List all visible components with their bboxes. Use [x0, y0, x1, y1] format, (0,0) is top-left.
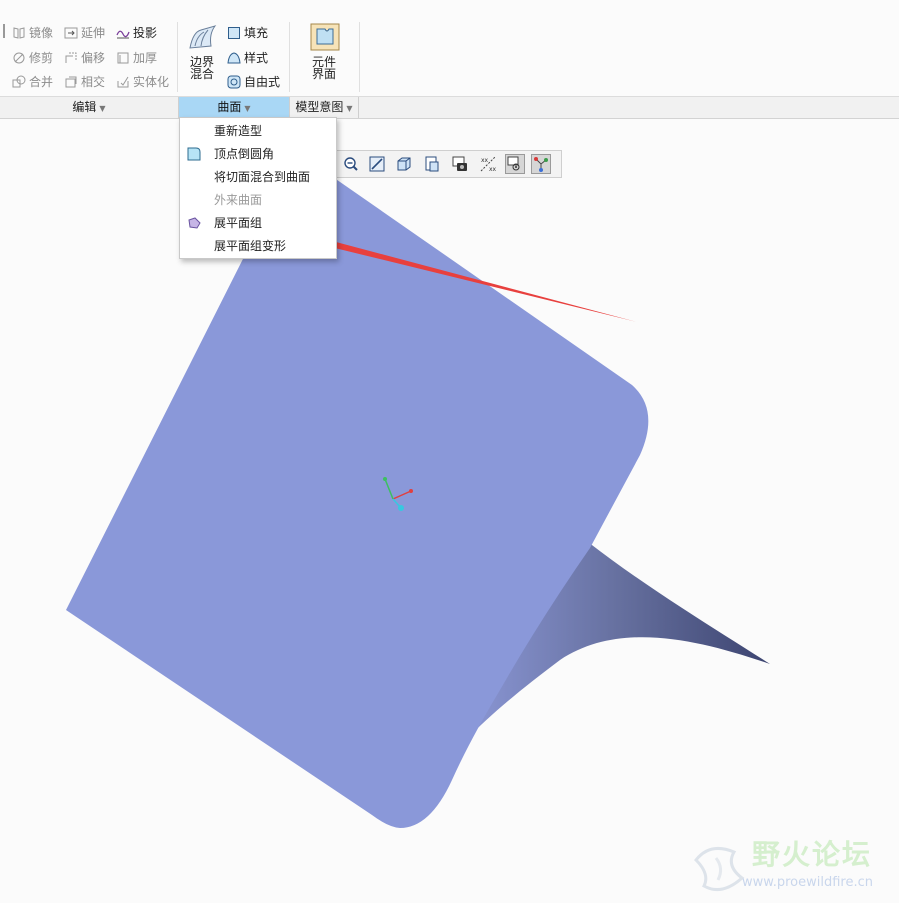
menu-item-label: 展平面组 [214, 216, 263, 230]
surface-dropdown-menu: 重新造型 顶点倒圆角 将切面混合到曲面 外来曲面 展平面组 展平面组变形 [179, 117, 337, 259]
style-icon [227, 52, 241, 64]
boundary-blend-icon [187, 22, 217, 52]
spin-center-button[interactable] [531, 154, 551, 174]
group-edge-icon [3, 24, 5, 38]
group-tab-model-intent[interactable]: 模型意图 ▼ [290, 97, 359, 118]
menu-item-tangent-blend[interactable]: 将切面混合到曲面 [180, 166, 336, 188]
perspective-icon [452, 156, 467, 171]
menu-item-restyle[interactable]: 重新造型 [180, 120, 336, 142]
menu-item-flatten-quilt-deform[interactable]: 展平面组变形 [180, 235, 336, 257]
spin-center-icon [534, 157, 548, 172]
freestyle-icon [227, 75, 241, 89]
project-button[interactable]: 投影 [116, 23, 157, 43]
menu-item-foreign-surface: 外来曲面 [180, 189, 336, 211]
saved-views-icon [425, 156, 439, 172]
datum-display-icon: xxxx [480, 156, 497, 173]
mirror-label: 镜像 [29, 26, 54, 40]
thicken-button[interactable]: 加厚 [116, 48, 157, 68]
solidify-button[interactable]: 实体化 [116, 72, 169, 92]
solidify-icon [117, 76, 129, 88]
component-interface-label-2: 界面 [311, 67, 336, 81]
menu-item-label: 顶点倒圆角 [214, 147, 275, 161]
perspective-button[interactable] [450, 154, 470, 174]
menu-item-vertex-round[interactable]: 顶点倒圆角 [180, 143, 336, 165]
fill-button[interactable]: 填充 [227, 23, 268, 43]
group-tab-edit[interactable]: 编辑 ▼ [0, 97, 179, 118]
style-button[interactable]: 样式 [227, 48, 268, 68]
menu-item-label: 将切面混合到曲面 [214, 170, 311, 184]
flatten-quilt-icon [188, 217, 201, 229]
group-tab-surface[interactable]: 曲面 ▼ [179, 97, 290, 118]
freestyle-button[interactable]: 自由式 [227, 72, 280, 92]
extend-label: 延伸 [81, 26, 106, 40]
flattened-surface [66, 175, 649, 828]
freestyle-label: 自由式 [244, 75, 281, 89]
offset-button[interactable]: 偏移 [64, 48, 105, 68]
intersect-label: 相交 [81, 75, 106, 89]
project-icon [116, 30, 130, 39]
vertex-round-icon [187, 147, 201, 161]
thicken-icon [117, 52, 129, 64]
zoom-out-button[interactable] [341, 154, 361, 174]
watermark-title: 野火论坛 [752, 838, 873, 871]
mirror-icon [13, 27, 25, 39]
watermark-url: www.proewildfire.cn [742, 875, 873, 890]
component-interface-button[interactable]: 元件 界面 [306, 22, 342, 80]
annotation-display-button[interactable] [505, 154, 525, 174]
svg-text:xx: xx [489, 166, 497, 173]
merge-label: 合并 [29, 75, 54, 89]
intersect-icon [65, 76, 77, 88]
group-tab-model-intent-label: 模型意图 [295, 100, 344, 114]
ribbon-separator [289, 22, 290, 92]
solidify-label: 实体化 [133, 75, 170, 89]
fill-label: 填充 [244, 26, 269, 40]
chevron-down-icon: ▼ [99, 104, 106, 113]
menu-item-label: 重新造型 [214, 124, 263, 138]
ribbon-group-bar: 编辑 ▼ 曲面 ▼ 模型意图 ▼ [0, 96, 899, 119]
view-toolbar: xx xx [337, 150, 562, 178]
datum-display-button[interactable]: xx xx [478, 154, 498, 174]
fill-icon [228, 27, 240, 39]
intersect-button[interactable]: 相交 [64, 72, 105, 92]
chevron-down-icon: ▼ [244, 104, 251, 113]
component-interface-icon [309, 22, 340, 52]
trim-icon [13, 52, 25, 64]
merge-button[interactable]: 合并 [12, 72, 53, 92]
boundary-blend-label-2: 混合 [189, 67, 214, 81]
offset-label: 偏移 [81, 51, 106, 65]
menu-item-label: 展平面组变形 [214, 239, 287, 253]
model-viewport[interactable] [0, 0, 899, 903]
style-label: 样式 [244, 51, 269, 65]
project-label: 投影 [133, 26, 158, 40]
trim-label: 修剪 [29, 51, 54, 65]
annotation-display-icon [507, 156, 520, 171]
display-style-button[interactable] [394, 154, 414, 174]
trim-button[interactable]: 修剪 [12, 48, 53, 68]
svg-text:xx: xx [481, 157, 489, 164]
mirror-button[interactable]: 镜像 [12, 23, 53, 43]
title-strip [0, 0, 899, 19]
extend-icon [64, 27, 78, 39]
merge-icon [12, 75, 26, 88]
chevron-down-icon: ▼ [346, 104, 353, 113]
offset-icon [65, 52, 77, 63]
ribbon-separator [359, 22, 360, 92]
extend-button[interactable]: 延伸 [64, 23, 105, 43]
group-tab-surface-label: 曲面 [217, 100, 242, 114]
saved-views-button[interactable] [422, 154, 442, 174]
ribbon: 镜像 修剪 合并 延伸 偏移 相交 投影 加厚 实体化 边界 混合 填充 样式 … [0, 18, 899, 96]
menu-item-label: 外来曲面 [214, 193, 263, 207]
refit-button[interactable] [367, 154, 387, 174]
zoom-out-icon [344, 157, 358, 171]
refit-icon [369, 156, 385, 172]
thicken-label: 加厚 [133, 51, 158, 65]
ribbon-separator [177, 22, 178, 92]
group-tab-edit-label: 编辑 [72, 100, 97, 114]
boundary-blend-button[interactable]: 边界 混合 [184, 22, 220, 80]
menu-item-flatten-quilt[interactable]: 展平面组 [180, 212, 336, 234]
display-style-icon [397, 157, 411, 171]
